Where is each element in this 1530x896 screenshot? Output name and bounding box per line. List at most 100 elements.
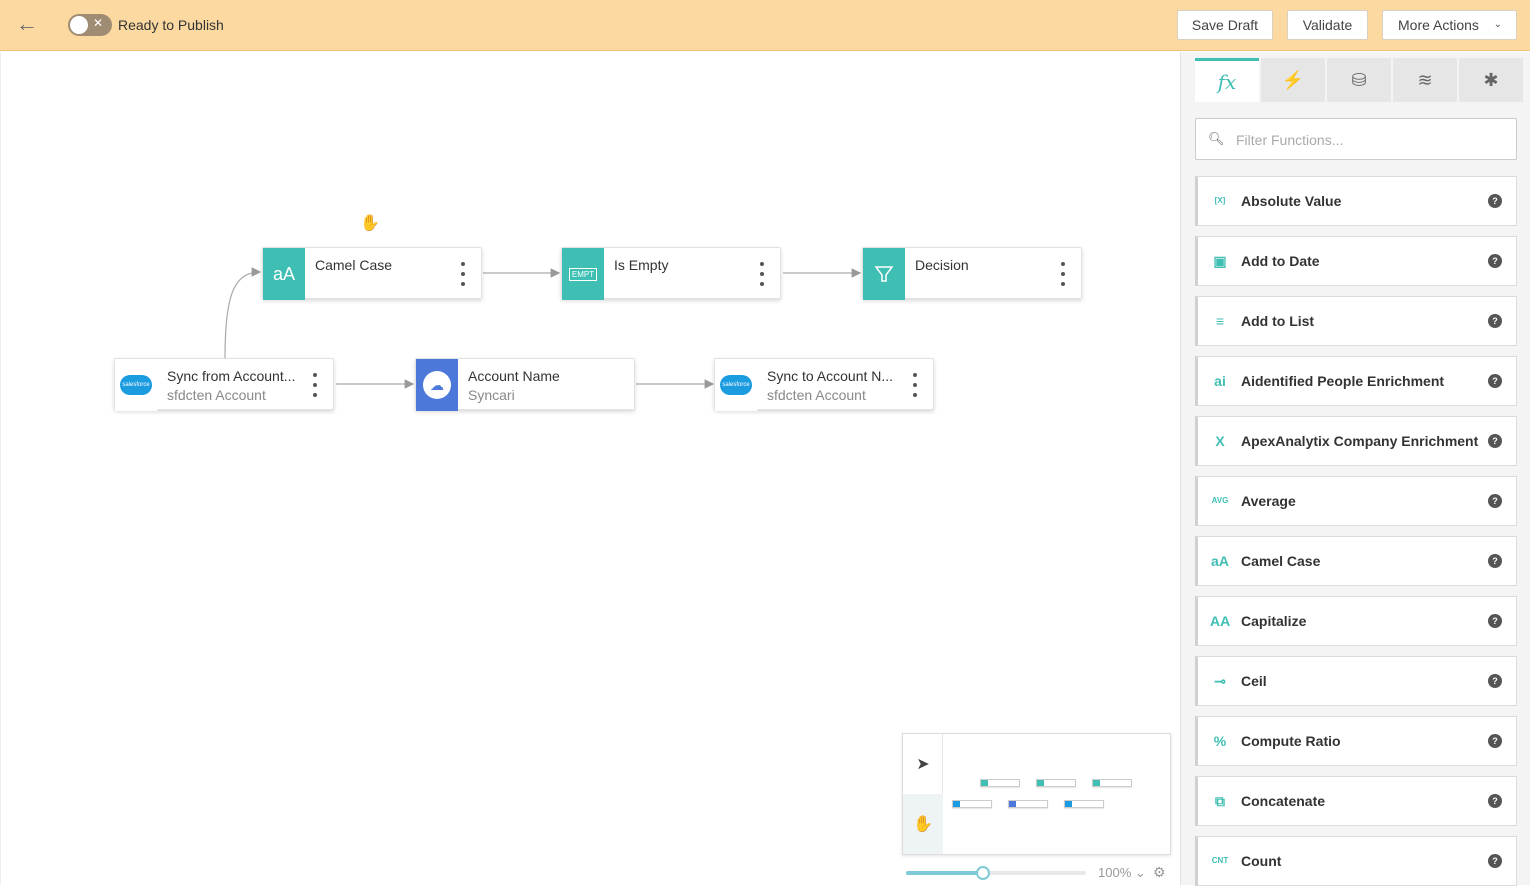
function-item[interactable]: AA Capitalize? (1195, 596, 1517, 646)
function-type-icon: AVG (1211, 496, 1229, 505)
function-type-icon: aA (1211, 553, 1229, 569)
more-actions-button[interactable]: More Actions ⌄ (1382, 10, 1517, 40)
ready-to-publish-label: Ready to Publish (118, 17, 224, 33)
node-menu-icon[interactable] (911, 373, 919, 397)
hand-tool-icon[interactable]: ✋ (903, 794, 943, 854)
help-icon[interactable]: ? (1488, 854, 1502, 868)
is-empty-icon: EMPT (562, 248, 604, 300)
node-sync-from-account[interactable]: salesforce Sync from Account... sfdcten … (114, 358, 334, 411)
function-name: Aidentified People Enrichment (1241, 373, 1445, 389)
node-is-empty[interactable]: EMPT Is Empty (561, 247, 781, 300)
help-icon[interactable]: ? (1488, 194, 1502, 208)
minimap-node (952, 800, 992, 808)
node-decision[interactable]: Decision (862, 247, 1082, 300)
help-icon[interactable]: ? (1488, 494, 1502, 508)
help-icon[interactable]: ? (1488, 434, 1502, 448)
cloud-sync-icon: ☁ (416, 359, 458, 411)
help-icon[interactable]: ? (1488, 674, 1502, 688)
toggle-off-icon: ✕ (93, 16, 104, 30)
tab-triggers[interactable]: ⚡ (1261, 58, 1325, 102)
node-menu-icon[interactable] (758, 262, 766, 286)
function-item[interactable]: X ApexAnalytix Company Enrichment? (1195, 416, 1517, 466)
node-camel-case[interactable]: aA Camel Case (262, 247, 482, 300)
funnel-icon (863, 248, 905, 300)
help-icon[interactable]: ? (1488, 374, 1502, 388)
node-sync-to-account[interactable]: salesforce Sync to Account N... sfdcten … (714, 358, 934, 411)
node-menu-icon[interactable] (459, 262, 467, 286)
function-item[interactable]: ≡ Add to List? (1195, 296, 1517, 346)
tab-data-stack[interactable]: ≋ (1393, 58, 1457, 102)
save-draft-button[interactable]: Save Draft (1177, 10, 1273, 40)
camel-case-icon: aA (263, 248, 305, 300)
node-menu-icon[interactable] (1059, 262, 1067, 286)
function-name: Capitalize (1241, 613, 1307, 629)
help-icon[interactable]: ? (1488, 794, 1502, 808)
node-account-name[interactable]: ☁ Account Name Syncari (415, 358, 635, 411)
node-title: Sync from Account... (167, 368, 296, 384)
salesforce-icon: salesforce (115, 359, 157, 411)
top-bar: ← ✕ Ready to Publish Save Draft Validate… (0, 0, 1530, 51)
tab-functions[interactable]: fx (1195, 58, 1259, 102)
zoom-level-select[interactable]: 100% ⌄ (1098, 865, 1146, 881)
filter-functions-input[interactable] (1236, 129, 1506, 151)
function-item[interactable]: CNT Count? (1195, 836, 1517, 886)
function-item[interactable]: % Compute Ratio? (1195, 716, 1517, 766)
hand-cursor-icon: ✋ (360, 215, 380, 232)
minimap-node (1036, 779, 1076, 787)
function-icon: fx (1217, 69, 1237, 94)
function-name: Compute Ratio (1241, 733, 1341, 749)
functions-panel: fx ⚡ ⛁ ≋ ✱ 🔍︎ [X] Absolute Value? ▣ Add to … (1180, 52, 1530, 886)
function-type-icon: ▣ (1213, 253, 1227, 269)
help-icon[interactable]: ? (1488, 254, 1502, 268)
function-item[interactable]: ⊸ Ceil? (1195, 656, 1517, 706)
node-title: Camel Case (315, 257, 393, 273)
node-menu-icon[interactable] (311, 373, 319, 397)
node-title: Account Name (468, 368, 560, 384)
chevron-down-icon: ⌄ (1493, 19, 1502, 30)
function-list: [X] Absolute Value? ▣ Add to Date? ≡ Add to L… (1195, 176, 1517, 896)
function-item[interactable]: [X] Absolute Value? (1195, 176, 1517, 226)
back-arrow-icon[interactable]: ← (14, 12, 40, 38)
ready-to-publish-toggle[interactable]: ✕ (68, 14, 112, 36)
minimap-node (1008, 800, 1048, 808)
function-item[interactable]: ▣ Add to Date? (1195, 236, 1517, 286)
function-name: Add to List (1241, 313, 1315, 329)
function-item[interactable]: ai Aidentified People Enrichment? (1195, 356, 1517, 406)
minimap-node (1092, 779, 1132, 787)
toggle-knob (70, 16, 88, 34)
function-name: Absolute Value (1241, 193, 1342, 209)
function-type-icon: [X] (1214, 196, 1226, 205)
puzzle-icon: ✱ (1483, 69, 1499, 90)
function-type-icon: ai (1214, 373, 1226, 389)
help-icon[interactable]: ? (1488, 554, 1502, 568)
function-type-icon: AA (1210, 613, 1231, 629)
function-name: ApexAnalytix Company Enrichment (1241, 433, 1479, 449)
function-type-icon: ⧉ (1215, 793, 1225, 809)
validate-button[interactable]: Validate (1287, 10, 1368, 40)
tab-extensions[interactable]: ✱ (1459, 58, 1523, 102)
function-type-icon: CNT (1211, 856, 1229, 865)
minimap-node (980, 779, 1020, 787)
function-item[interactable]: aA Camel Case? (1195, 536, 1517, 586)
filter-functions-field: 🔍︎ (1195, 118, 1517, 160)
help-icon[interactable]: ? (1488, 314, 1502, 328)
function-item[interactable]: AVG Average? (1195, 476, 1517, 526)
help-icon[interactable]: ? (1488, 614, 1502, 628)
salesforce-icon: salesforce (715, 359, 757, 411)
pointer-tool-icon[interactable]: ➤ (903, 734, 943, 794)
node-subtitle: Syncari (468, 387, 515, 403)
help-icon[interactable]: ? (1488, 734, 1502, 748)
function-name: Concatenate (1241, 793, 1326, 809)
function-name: Add to Date (1241, 253, 1320, 269)
minimap: ➤ ✋ (902, 733, 1171, 855)
function-type-icon: X (1215, 433, 1225, 449)
minimap-viewport[interactable] (944, 734, 1170, 854)
function-name: Average (1241, 493, 1296, 509)
more-actions-label: More Actions (1398, 17, 1479, 33)
function-name: Count (1241, 853, 1282, 869)
function-item[interactable]: ⧉ Concatenate? (1195, 776, 1517, 826)
zoom-slider[interactable] (906, 866, 1086, 880)
gear-icon[interactable]: ⚙ (1153, 864, 1166, 881)
tab-data-sync[interactable]: ⛁ (1327, 58, 1391, 102)
node-title: Is Empty (614, 257, 669, 273)
